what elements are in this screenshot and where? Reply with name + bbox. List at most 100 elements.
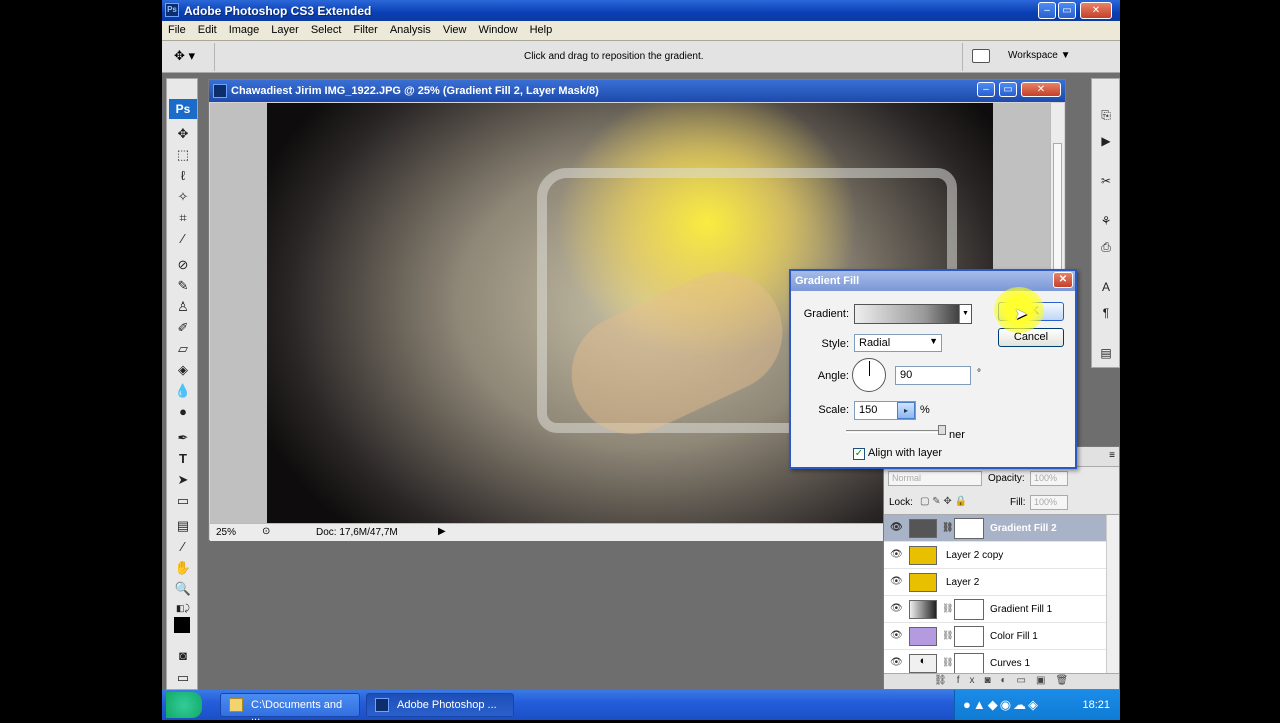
blur-tool-icon[interactable]: 💧 [173, 382, 193, 400]
menu-analysis[interactable]: Analysis [384, 21, 437, 36]
layer-comps-panel-icon[interactable]: ▤ [1097, 345, 1115, 361]
workspace-icon[interactable] [972, 49, 990, 63]
swap-colors-icon[interactable]: ◧⤸ [173, 599, 193, 617]
taskbar-photoshop[interactable]: Adobe Photoshop ... [366, 693, 514, 717]
menu-file[interactable]: File [162, 21, 192, 36]
zoom-level[interactable]: 25% [216, 527, 236, 538]
app-title: Adobe Photoshop CS3 Extended [184, 4, 372, 18]
path-selection-tool-icon[interactable]: ➤ [173, 471, 193, 489]
document-icon [213, 84, 227, 98]
layer-row[interactable]: 👁 ⛓ Gradient Fill 1 [884, 596, 1106, 623]
notes-tool-icon[interactable]: ▤ [173, 517, 193, 535]
visibility-eye-icon[interactable]: 👁 [890, 549, 903, 560]
character-panel-icon[interactable]: A [1097, 279, 1115, 295]
visibility-eye-icon[interactable]: 👁 [890, 603, 903, 614]
status-menu-arrow-icon[interactable]: ▶ [438, 526, 446, 537]
tool-presets-panel-icon[interactable]: ✂ [1097, 173, 1115, 189]
start-button[interactable] [166, 692, 202, 718]
magic-wand-tool-icon[interactable]: ✧ [173, 188, 193, 206]
gradient-dropdown-arrow-icon[interactable]: ▼ [959, 305, 971, 323]
document-titlebar[interactable]: Chawadiest Jirim IMG_1922.JPG @ 25% (Gra… [209, 80, 1065, 102]
type-tool-icon[interactable]: T [173, 450, 193, 468]
menu-filter[interactable]: Filter [347, 21, 383, 36]
minimize-button[interactable]: – [1038, 2, 1056, 19]
clone-stamp-tool-icon[interactable]: ♙ [173, 298, 193, 316]
menu-window[interactable]: Window [472, 21, 523, 36]
menu-layer[interactable]: Layer [265, 21, 305, 36]
reverse-label-partial: ner [949, 429, 965, 441]
gradient-picker[interactable]: ▼ [854, 304, 972, 324]
menu-view[interactable]: View [437, 21, 473, 36]
scale-slider-knob[interactable] [938, 425, 946, 435]
maximize-button[interactable]: ▭ [1058, 2, 1076, 19]
scale-slider-toggle-icon[interactable]: ▸ [897, 402, 915, 419]
scale-slider[interactable] [846, 425, 946, 435]
fill-input[interactable]: 100% [1030, 495, 1068, 510]
move-tool-icon[interactable]: ✥ [173, 125, 193, 143]
paragraph-panel-icon[interactable]: ¶ [1097, 305, 1115, 321]
layer-mask-thumbnail[interactable] [954, 599, 984, 620]
quick-mask-icon[interactable]: ◙ [173, 647, 193, 665]
pen-tool-icon[interactable]: ✒ [173, 429, 193, 447]
layer-mask-thumbnail[interactable] [954, 653, 984, 674]
paint-bucket-tool-icon[interactable]: ◈ [173, 361, 193, 379]
doc-close-button[interactable]: ✕ [1021, 82, 1061, 97]
clone-source-panel-icon[interactable]: ⎙ [1097, 239, 1115, 255]
screen-mode-icon[interactable]: ▭ [173, 669, 193, 687]
layer-row[interactable]: 👁 ⛓ Gradient Fill 2 [884, 515, 1106, 542]
eyedropper-tool-icon[interactable]: ⁄ [173, 230, 193, 248]
dodge-tool-icon[interactable]: ● [173, 403, 193, 421]
status-info-icon[interactable]: ⊙ [262, 526, 270, 537]
dialog-close-button[interactable]: ✕ [1053, 272, 1073, 288]
brush-tool-icon[interactable]: ✎ [173, 277, 193, 295]
marquee-tool-icon[interactable]: ⬚ [173, 146, 193, 164]
windows-taskbar: C:\Documents and ... Adobe Photoshop ...… [162, 690, 1120, 723]
eraser-tool-icon[interactable]: ▱ [173, 340, 193, 358]
lasso-tool-icon[interactable]: ℓ [173, 167, 193, 185]
layer-row[interactable]: 👁 Layer 2 copy [884, 542, 1106, 569]
foreground-color-swatch[interactable] [174, 617, 190, 633]
angle-input[interactable]: 90 [895, 366, 971, 385]
align-with-layer-checkbox[interactable]: ✓ [853, 448, 865, 460]
layer-action-icons[interactable]: ⛓fx◙◐▭▣🗑 [934, 675, 1078, 686]
layer-name: Layer 2 [946, 577, 980, 588]
layer-row[interactable]: 👁 ⛓ Color Fill 1 [884, 623, 1106, 650]
close-button[interactable]: ✕ [1080, 2, 1112, 19]
brushes-panel-icon[interactable]: ⚘ [1097, 213, 1115, 229]
opacity-input[interactable]: 100% [1030, 471, 1068, 486]
layer-mask-thumbnail[interactable] [954, 518, 984, 539]
history-panel-icon[interactable]: ⎘ [1097, 107, 1115, 123]
doc-minimize-button[interactable]: – [977, 82, 995, 97]
tray-icons[interactable]: ●▲◆◉☁◈ [963, 697, 1040, 713]
dialog-titlebar[interactable]: Gradient Fill ✕ [791, 271, 1075, 291]
workspace-menu[interactable]: Workspace ▼ [1008, 50, 1071, 61]
crop-tool-icon[interactable]: ⌗ [173, 209, 193, 227]
menu-edit[interactable]: Edit [192, 21, 223, 36]
panel-menu-icon[interactable]: ≡ [1109, 450, 1115, 461]
menu-help[interactable]: Help [524, 21, 559, 36]
visibility-eye-icon[interactable]: 👁 [890, 576, 903, 587]
blend-mode-select[interactable]: Normal [888, 471, 982, 486]
visibility-eye-icon[interactable]: 👁 [890, 630, 903, 641]
hand-tool-icon[interactable]: ✋ [173, 559, 193, 577]
eyedropper-3d-tool-icon[interactable]: ⁄ [173, 538, 193, 556]
style-select[interactable]: Radial ▼ [854, 334, 942, 352]
angle-wheel[interactable] [852, 358, 886, 392]
layer-row[interactable]: 👁 Layer 2 [884, 569, 1106, 596]
healing-brush-tool-icon[interactable]: ⊘ [173, 256, 193, 274]
chevron-down-icon: ▼ [929, 336, 938, 346]
layers-scrollbar[interactable] [1106, 515, 1119, 673]
history-brush-tool-icon[interactable]: ✐ [173, 319, 193, 337]
taskbar-explorer[interactable]: C:\Documents and ... [220, 693, 360, 723]
lock-icons[interactable]: ▢ ✎ ✥ 🔒 [920, 496, 967, 507]
shape-tool-icon[interactable]: ▭ [173, 492, 193, 510]
menu-image[interactable]: Image [223, 21, 266, 36]
visibility-eye-icon[interactable]: 👁 [890, 657, 903, 668]
zoom-tool-icon[interactable]: 🔍 [173, 580, 193, 598]
menu-select[interactable]: Select [305, 21, 348, 36]
visibility-eye-icon[interactable]: 👁 [890, 522, 903, 533]
doc-maximize-button[interactable]: ▭ [999, 82, 1017, 97]
layer-mask-thumbnail[interactable] [954, 626, 984, 647]
actions-panel-icon[interactable]: ▶ [1097, 133, 1115, 149]
move-tool-preset-icon[interactable]: ✥ ▾ [174, 48, 204, 66]
